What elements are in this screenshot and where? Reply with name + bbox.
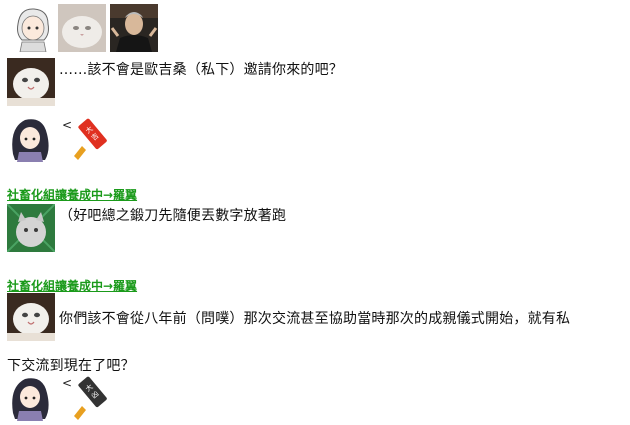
avatar-white-cat-table[interactable] [7,58,55,106]
fortune-stick-icon: 大 吉 [70,116,112,162]
avatar-man-dark[interactable] [110,4,158,52]
avatar-white-cat[interactable] [58,4,106,52]
thread-link[interactable]: 社畜化組讓養成中→羅翼 [7,277,137,294]
avatar-anime-white-hair[interactable] [8,4,56,52]
message-text: ……該不會是歐吉桑（私下）邀請你來的吧？ [59,62,343,78]
message-text: （好吧總之鍛刀先隨便丟數字放著跑 [59,208,287,224]
thread-link[interactable]: 社畜化組讓養成中→羅翼 [7,186,137,203]
avatar-gray-cat-green[interactable] [7,204,55,252]
avatar-anime-dark-hair[interactable] [5,114,53,162]
fortune-stick-icon: 大 凶 [70,374,112,422]
avatar-anime-dark-hair[interactable] [5,373,53,421]
